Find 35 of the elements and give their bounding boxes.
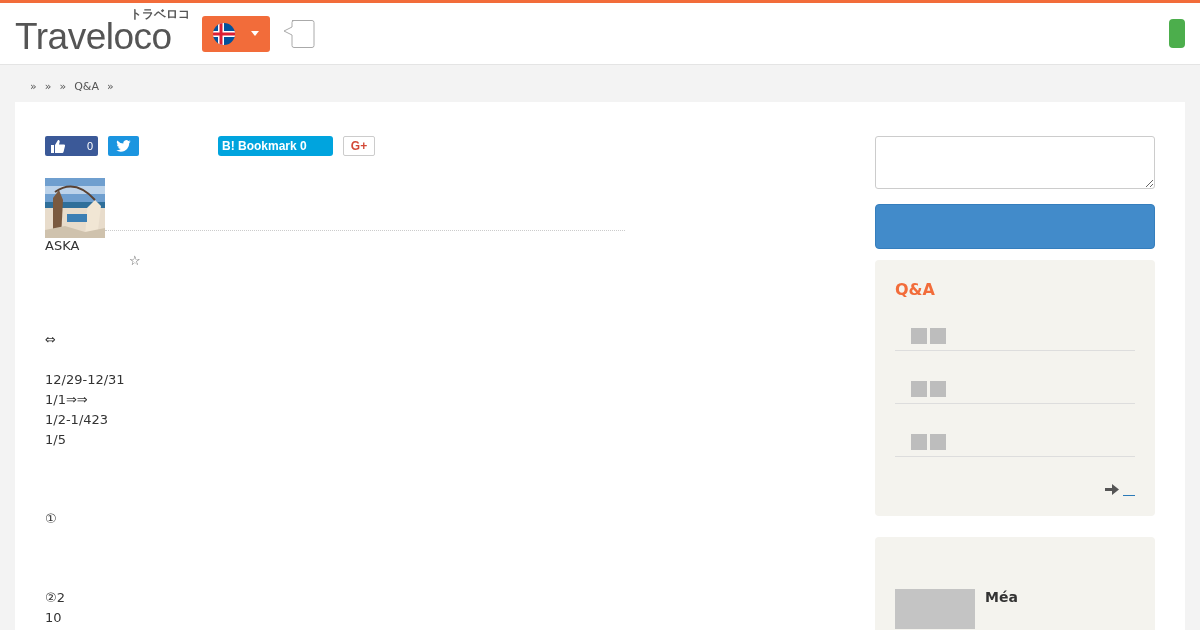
- logo-kana: トラベロコ: [130, 8, 190, 21]
- body-text: 1/5: [45, 431, 66, 449]
- body-text: ②2: [45, 589, 65, 607]
- caret-icon: [250, 30, 260, 37]
- like-button[interactable]: 0: [45, 136, 98, 156]
- breadcrumb-item[interactable]: Q&A: [74, 80, 99, 94]
- missing-glyph-icon[interactable]: [911, 381, 947, 397]
- tweet-button[interactable]: [108, 136, 139, 156]
- body-text: 12/29-12/31: [45, 371, 125, 389]
- missing-glyph-icon[interactable]: [911, 434, 947, 450]
- arrow-icon: [1105, 484, 1119, 495]
- body-text: ⇔: [45, 331, 56, 349]
- breadcrumb-item[interactable]: »: [30, 80, 37, 94]
- body-text: 10: [45, 609, 62, 627]
- speech-bubble-icon[interactable]: [282, 18, 316, 49]
- breadcrumb-item[interactable]: »: [44, 80, 52, 94]
- bird-icon: [116, 140, 131, 152]
- body-text: ①: [45, 510, 57, 528]
- breadcrumb-item[interactable]: »: [59, 80, 67, 94]
- google-plus-button[interactable]: G+: [343, 136, 375, 156]
- body-text: 1/1⇒⇒: [45, 391, 88, 409]
- submit-button[interactable]: [875, 204, 1155, 249]
- flag-icon: [212, 21, 236, 46]
- missing-glyph-icon[interactable]: [911, 328, 947, 344]
- country-dropdown[interactable]: [202, 15, 270, 52]
- star-icon: ☆: [129, 254, 141, 268]
- site-logo[interactable]: Traveloco: [15, 21, 172, 53]
- body-text: 1/2-1/423: [45, 411, 109, 429]
- author-name[interactable]: ASKA: [45, 238, 80, 254]
- profile-name[interactable]: Méa: [985, 589, 1018, 605]
- breadcrumb-item[interactable]: »: [106, 80, 114, 94]
- thumbs-up-icon: [51, 139, 65, 153]
- menu-toggle[interactable]: [1169, 19, 1185, 48]
- text-area[interactable]: [875, 136, 1155, 189]
- panel-title: Q&A: [895, 280, 936, 300]
